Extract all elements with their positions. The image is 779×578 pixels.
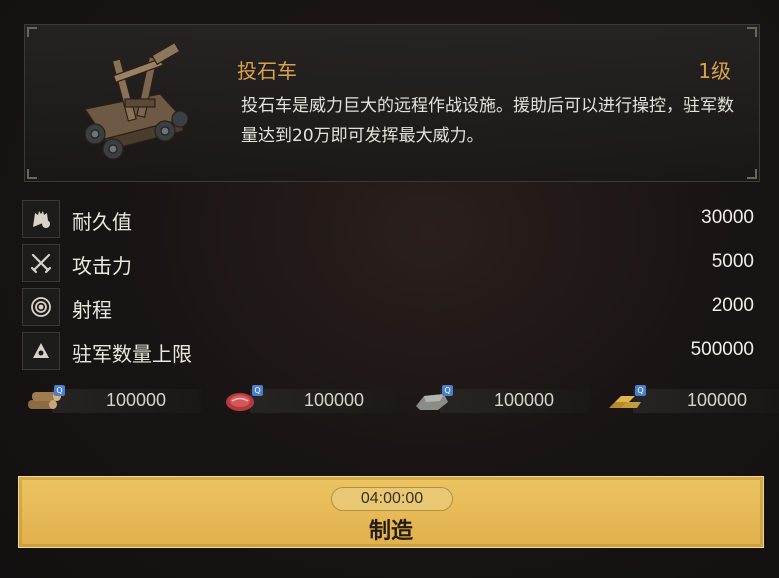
stat-value: 5000 [711, 251, 754, 272]
stat-label: 耐久值 [72, 210, 132, 234]
resource-wood: Q 100000 [26, 384, 206, 416]
crossed-swords-icon [22, 244, 60, 282]
badge-icon: Q [635, 385, 646, 396]
garrison-icon [22, 332, 60, 370]
panel-corner [747, 169, 757, 179]
catapult-icon [84, 41, 189, 160]
build-timer: 04:00:00 [331, 487, 453, 511]
stat-row-durability: 耐久值 30000 [22, 200, 758, 238]
resource-gold: Q 100000 [607, 384, 779, 416]
stat-value: 2000 [711, 295, 754, 316]
panel-corner [747, 27, 757, 37]
target-icon [22, 288, 60, 326]
panel-corner [27, 27, 37, 37]
resource-amount: 100000 [494, 390, 555, 410]
resource-amount: 100000 [304, 390, 365, 410]
stat-value: 500000 [690, 339, 754, 360]
resource-amount: 100000 [687, 390, 748, 410]
stat-label: 射程 [72, 298, 112, 322]
resource-amount: 100000 [106, 390, 167, 410]
stat-value: 30000 [701, 207, 754, 228]
stat-label: 驻军数量上限 [72, 342, 192, 366]
build-label: 制造 [368, 519, 413, 544]
badge-icon: Q [442, 385, 453, 396]
stat-row-garrison: 驻军数量上限 500000 [22, 332, 758, 370]
resource-food: Q 100000 [224, 384, 404, 416]
build-button[interactable]: 04:00:00 制造 [18, 476, 764, 548]
panel-corner [27, 169, 37, 179]
unit-info-panel: 投石车 1级 投石车是威力巨大的远程作战设施。援助后可以进行操控，驻军数量达到2… [24, 24, 760, 182]
stat-row-range: 射程 2000 [22, 288, 758, 326]
stat-row-attack: 攻击力 5000 [22, 244, 758, 282]
resource-stone: Q 100000 [414, 384, 594, 416]
durability-icon [22, 200, 60, 238]
unit-level: 1级 [698, 59, 731, 83]
unit-description: 投石车是威力巨大的远程作战设施。援助后可以进行操控，驻军数量达到20万即可发挥最… [241, 96, 734, 146]
stat-label: 攻击力 [72, 254, 132, 278]
badge-icon: Q [252, 385, 263, 396]
badge-icon: Q [54, 385, 65, 396]
unit-name: 投石车 [237, 59, 297, 83]
